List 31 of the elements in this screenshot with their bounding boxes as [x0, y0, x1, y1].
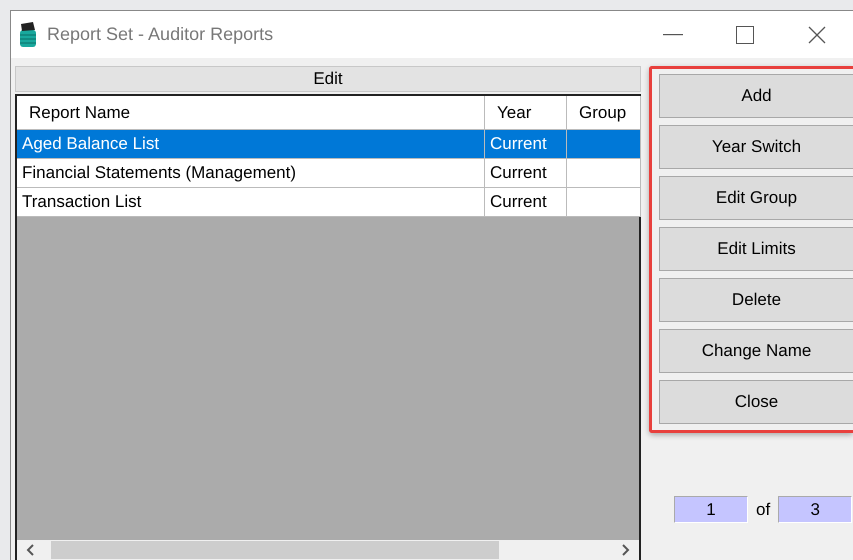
- action-button[interactable]: Edit Group: [659, 176, 853, 220]
- table-cell[interactable]: [567, 159, 641, 188]
- minimize-icon[interactable]: [663, 34, 683, 36]
- action-button[interactable]: Change Name: [659, 329, 853, 373]
- table-cell[interactable]: Current: [485, 130, 567, 159]
- table-cell[interactable]: Transaction List: [17, 188, 485, 217]
- scroll-left-icon[interactable]: [25, 543, 35, 557]
- app-icon: [19, 22, 37, 48]
- column-header[interactable]: Report Name: [17, 96, 485, 130]
- action-button[interactable]: Delete: [659, 278, 853, 322]
- window-title: Report Set - Auditor Reports: [47, 24, 274, 45]
- panel-title: Edit: [15, 66, 641, 92]
- column-header[interactable]: Group: [567, 96, 641, 130]
- table-cell[interactable]: Current: [485, 159, 567, 188]
- action-button[interactable]: Close: [659, 380, 853, 424]
- column-header[interactable]: Year: [485, 96, 567, 130]
- table-cell[interactable]: [567, 130, 641, 159]
- total-pages-field: 3: [778, 496, 852, 523]
- maximize-icon[interactable]: [736, 26, 754, 44]
- action-button[interactable]: Add: [659, 74, 853, 118]
- close-icon[interactable]: [808, 26, 826, 44]
- action-button[interactable]: Year Switch: [659, 125, 853, 169]
- of-label: of: [756, 500, 770, 520]
- scroll-right-icon[interactable]: [621, 543, 631, 557]
- table-cell[interactable]: Current: [485, 188, 567, 217]
- table-cell[interactable]: Aged Balance List: [17, 130, 485, 159]
- current-page-field[interactable]: 1: [674, 496, 748, 523]
- table-cell[interactable]: [567, 188, 641, 217]
- horizontal-scrollbar[interactable]: [17, 540, 639, 560]
- table-cell[interactable]: Financial Statements (Management): [17, 159, 485, 188]
- action-button[interactable]: Edit Limits: [659, 227, 853, 271]
